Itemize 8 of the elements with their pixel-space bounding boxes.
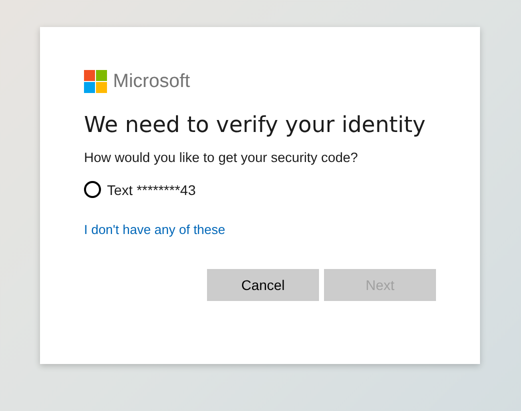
dialog-title: We need to verify your identity xyxy=(84,113,427,138)
option-label[interactable]: Text ********43 xyxy=(107,182,196,198)
help-link[interactable]: I don't have any of these xyxy=(84,222,226,237)
radio-button[interactable] xyxy=(84,181,101,198)
prompt-text: How would you like to get your security code? xyxy=(84,150,359,165)
cancel-button[interactable]: Cancel xyxy=(207,269,319,301)
logo-icon xyxy=(84,70,107,93)
brand-name: Microsoft xyxy=(113,70,190,92)
